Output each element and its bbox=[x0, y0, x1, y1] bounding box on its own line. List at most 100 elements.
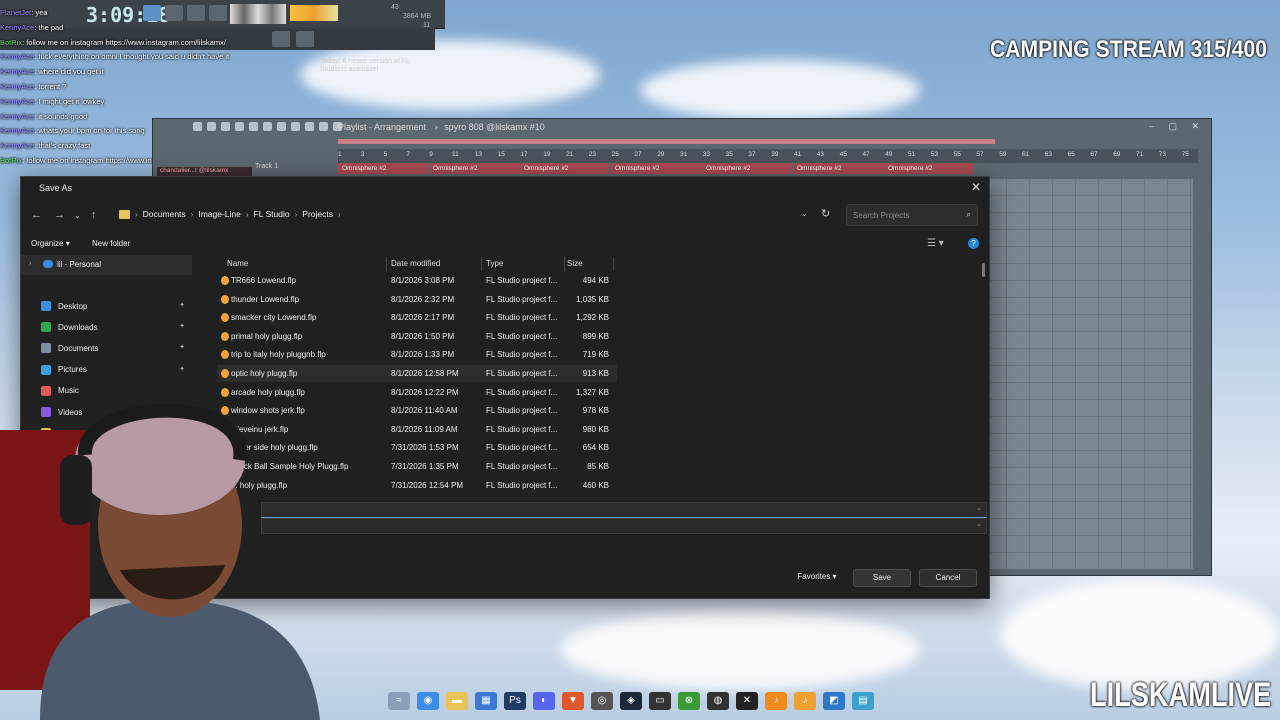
chat-username[interactable]: KennyAce bbox=[0, 141, 34, 150]
nav-item-pictures[interactable]: Pictures ✦ bbox=[41, 361, 191, 379]
help-icon[interactable]: ? bbox=[968, 238, 979, 249]
file-row[interactable]: primal holy plugg.flp 8/1/2026 1:50 PM FL … bbox=[217, 328, 617, 345]
breadcrumb-documents[interactable]: Documents bbox=[138, 209, 191, 219]
pattern-clip[interactable]: Omnisphere #2 bbox=[429, 163, 519, 174]
chat-username[interactable]: PlanetJet bbox=[0, 8, 31, 17]
pin-icon[interactable]: ✦ bbox=[179, 343, 185, 351]
chat-username[interactable]: BotRix bbox=[0, 38, 22, 47]
tool-icon[interactable] bbox=[305, 122, 314, 131]
pattern-clip[interactable]: Omnisphere #2 bbox=[793, 163, 883, 174]
column-size[interactable]: Size bbox=[567, 259, 583, 268]
stop-button[interactable] bbox=[187, 5, 205, 21]
back-arrow-icon[interactable]: ← bbox=[31, 209, 42, 221]
column-divider[interactable] bbox=[564, 257, 565, 271]
chevron-down-icon[interactable]: ⌄ bbox=[74, 211, 81, 220]
chevron-right-icon[interactable]: › bbox=[29, 260, 31, 267]
scrollbar[interactable] bbox=[982, 263, 985, 277]
store-icon[interactable]: ▦ bbox=[475, 692, 497, 710]
record-button[interactable] bbox=[209, 5, 227, 21]
file-row[interactable]: thunder Lowend.flp 8/1/2026 2:32 PM FL Stu… bbox=[217, 291, 617, 308]
cancel-button[interactable]: Cancel bbox=[919, 569, 977, 587]
track-label[interactable]: Track 1 bbox=[255, 163, 333, 175]
file-row[interactable]: trip to italy holy pluggnb.flp 8/1/2026 1… bbox=[217, 346, 617, 363]
search-input[interactable] bbox=[847, 205, 963, 225]
close-icon[interactable]: ✕ bbox=[971, 180, 981, 194]
tool-icon[interactable] bbox=[319, 122, 328, 131]
timeline-ruler[interactable]: 1 3 5 7 9 11 13 15 17 19 21 23 25 27 29 31 33 35 37 39 41 43 4… bbox=[338, 149, 1198, 163]
pin-icon[interactable]: ✦ bbox=[179, 322, 185, 330]
file-row[interactable]: TR666 Lowend.flp 8/1/2026 3:08 PM FL Studi… bbox=[217, 272, 617, 289]
chat-username[interactable]: KennyAce bbox=[0, 126, 34, 135]
notepad-icon[interactable]: ▤ bbox=[852, 692, 874, 710]
app2-icon[interactable]: ◍ bbox=[707, 692, 729, 710]
chat-username[interactable]: KennyAce bbox=[0, 67, 34, 76]
breadcrumb-projects[interactable]: Projects bbox=[297, 209, 338, 219]
chevron-down-icon[interactable]: ⌄ bbox=[976, 504, 982, 512]
tool-icon[interactable] bbox=[221, 122, 230, 131]
chat-username[interactable]: BotRix bbox=[0, 156, 22, 165]
chat-username[interactable]: KennyAce bbox=[0, 23, 34, 32]
refresh-icon[interactable]: ↻ bbox=[821, 207, 830, 220]
pin-icon[interactable]: ✦ bbox=[179, 301, 185, 309]
chevron-down-icon[interactable]: ⌄ bbox=[976, 520, 982, 528]
nav-item-music[interactable]: Music bbox=[41, 382, 191, 400]
nav-item-desktop[interactable]: Desktop ✦ bbox=[41, 297, 191, 315]
pattern-clip[interactable]: Omnisphere #2 bbox=[520, 163, 610, 174]
tool-icon[interactable] bbox=[249, 122, 258, 131]
organize-button[interactable]: Organize ▾ bbox=[31, 239, 70, 248]
column-divider[interactable] bbox=[481, 257, 482, 271]
chat-username[interactable]: KennyAce bbox=[0, 97, 34, 106]
chat-username[interactable]: KennyAce bbox=[0, 82, 34, 91]
widgets-icon[interactable]: ≈ bbox=[388, 692, 410, 710]
save-button[interactable]: Save bbox=[853, 569, 911, 587]
brave-icon[interactable]: ▼ bbox=[562, 692, 584, 710]
file-row[interactable]: optic holy plugg.flp 8/1/2026 12:58 PM FL … bbox=[217, 365, 617, 382]
new-folder-button[interactable]: New folder bbox=[92, 239, 130, 248]
column-type[interactable]: Type bbox=[486, 259, 503, 268]
capcut-icon[interactable]: ✕ bbox=[736, 692, 758, 710]
tool-icon[interactable] bbox=[263, 122, 272, 131]
breadcrumb-fl-studio[interactable]: FL Studio bbox=[249, 209, 295, 219]
chat-username[interactable]: KennyAce bbox=[0, 52, 34, 61]
up-arrow-icon[interactable]: ↑ bbox=[91, 209, 97, 221]
breadcrumb-image-line[interactable]: Image-Line bbox=[193, 209, 246, 219]
file-row[interactable]: smacker city Lowend.flp 8/1/2026 2:17 PM F… bbox=[217, 309, 617, 326]
column-divider[interactable] bbox=[613, 257, 614, 271]
obs-icon[interactable]: ◎ bbox=[591, 692, 613, 710]
discord-icon[interactable]: ◐ bbox=[533, 692, 555, 710]
favorites-button[interactable]: Favorites ▾ bbox=[787, 569, 847, 585]
save-as-type-field[interactable]: ⌄ bbox=[261, 518, 987, 534]
toolbar-button[interactable] bbox=[296, 31, 314, 47]
column-name[interactable]: Name bbox=[227, 259, 248, 268]
steam-icon[interactable]: ◈ bbox=[620, 692, 642, 710]
loop-marker[interactable] bbox=[338, 139, 995, 144]
tool-icon[interactable] bbox=[193, 122, 202, 131]
nav-item-documents[interactable]: Documents ✦ bbox=[41, 339, 191, 357]
pattern-clip[interactable]: Omnisphere #2 bbox=[702, 163, 792, 174]
column-date[interactable]: Date modified bbox=[391, 259, 440, 268]
column-divider[interactable] bbox=[386, 257, 387, 271]
playlist-grid[interactable] bbox=[983, 179, 1193, 569]
pattern-clip[interactable]: Omnisphere #2 bbox=[611, 163, 701, 174]
fl-studio-icon[interactable]: ♪ bbox=[765, 692, 787, 710]
tool-icon[interactable] bbox=[235, 122, 244, 131]
pattern-clip[interactable]: Omnisphere #2 bbox=[338, 163, 428, 174]
tool-icon[interactable] bbox=[207, 122, 216, 131]
pattern-name[interactable]: spyro 808 @lilskamx #10 bbox=[444, 122, 545, 132]
app3-icon[interactable]: ◩ bbox=[823, 692, 845, 710]
pattern-clip[interactable]: Omnisphere #2 bbox=[884, 163, 974, 174]
view-options-icon[interactable]: ☰ ▾ bbox=[927, 238, 944, 249]
nav-item-downloads[interactable]: Downloads ✦ bbox=[41, 318, 191, 336]
pin-icon[interactable]: ✦ bbox=[179, 365, 185, 373]
chat-username[interactable]: KennyAce bbox=[0, 112, 34, 121]
forward-arrow-icon[interactable]: → bbox=[54, 209, 65, 221]
tool-icon[interactable] bbox=[277, 122, 286, 131]
app-icon[interactable]: ▭ bbox=[649, 692, 671, 710]
nav-onedrive[interactable]: › lil - Personal bbox=[21, 255, 192, 275]
fl-studio-active-icon[interactable]: ♪ bbox=[794, 692, 816, 710]
file-row[interactable]: arcade holy plugg.flp 8/1/2026 12:22 PM FL… bbox=[217, 384, 617, 401]
tool-icon[interactable] bbox=[291, 122, 300, 131]
window-controls[interactable]: – ▢ ✕ bbox=[1149, 121, 1205, 132]
xbox-icon[interactable]: ⊗ bbox=[678, 692, 700, 710]
chrome-icon[interactable]: ◉ bbox=[417, 692, 439, 710]
